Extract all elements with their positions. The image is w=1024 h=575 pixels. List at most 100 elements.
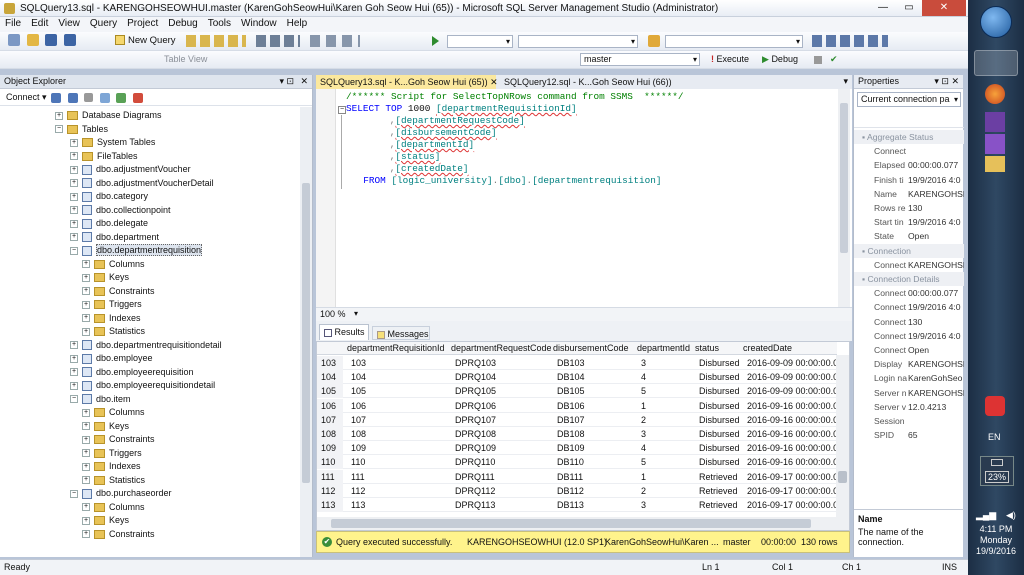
table-cell[interactable]: 4 xyxy=(641,441,696,455)
database-combo[interactable]: master xyxy=(580,53,700,66)
expand-icon[interactable]: + xyxy=(70,138,78,147)
property-row[interactable]: Finish ti 19/9/2016 4:0 xyxy=(854,173,964,187)
table-cell[interactable]: DB112 xyxy=(557,484,637,498)
tree-node[interactable]: + Constraints xyxy=(82,285,155,298)
close-icon[interactable]: ▾ ⊡ ✕ xyxy=(934,75,959,88)
menu-tools[interactable]: Tools xyxy=(203,17,236,30)
expand-icon[interactable]: + xyxy=(82,449,90,458)
expand-icon[interactable]: + xyxy=(70,179,78,188)
property-category[interactable]: ▪ Connection xyxy=(854,243,964,258)
property-row[interactable]: Connect Open xyxy=(854,343,964,357)
table-cell[interactable]: 4 xyxy=(641,370,696,384)
tree-node[interactable]: + Statistics xyxy=(82,325,145,338)
expand-icon[interactable]: + xyxy=(82,260,90,269)
table-cell[interactable]: 110 xyxy=(351,455,451,469)
table-row[interactable]: 111 111 DPRQ111 DB111 1 Retrieved 2016-09-17 0… xyxy=(317,469,843,484)
table-row[interactable]: 112 112 DPRQ112 DB112 2 Retrieved 2016-09-17 0… xyxy=(317,483,843,498)
tree-node[interactable]: + dbo.employeerequisition xyxy=(70,366,194,379)
row-header[interactable]: 107 xyxy=(317,412,343,427)
table-row[interactable]: 104 104 DPRQ104 DB104 4 Disbursed 2016-09-09 0… xyxy=(317,370,843,385)
table-cell[interactable]: 2 xyxy=(641,484,696,498)
expand-icon[interactable]: + xyxy=(82,476,90,485)
table-cell[interactable]: DPRQ113 xyxy=(455,498,555,512)
tree-node[interactable]: + dbo.delegate xyxy=(70,217,148,230)
tree-scroll-thumb[interactable] xyxy=(302,183,310,483)
undo-redo-icons[interactable] xyxy=(310,35,360,47)
activity-monitor-icon[interactable] xyxy=(132,92,143,103)
table-cell[interactable]: Retrieved xyxy=(699,498,744,512)
tree-node[interactable]: + dbo.adjustmentVoucherDetail xyxy=(70,177,214,190)
table-cell[interactable]: DPRQ111 xyxy=(455,470,555,484)
expand-icon[interactable]: + xyxy=(70,354,78,363)
tree-node[interactable]: + Triggers xyxy=(82,447,142,460)
tree-node[interactable]: − dbo.item xyxy=(70,393,131,406)
stop-icon[interactable] xyxy=(84,93,94,103)
table-cell[interactable]: Disbursed xyxy=(699,413,744,427)
table-row[interactable]: 105 105 DPRQ105 DB105 5 Disbursed 2016-09-09 0… xyxy=(317,384,843,399)
volume-icon[interactable]: ◀) xyxy=(1006,510,1016,521)
results-grid[interactable]: departmentRequisitionId departmentRequest… xyxy=(316,341,850,531)
expand-icon[interactable]: + xyxy=(70,192,78,201)
table-cell[interactable]: Disbursed xyxy=(699,399,744,413)
connect-dropdown-icon[interactable]: ▾ xyxy=(42,92,47,102)
table-cell[interactable]: DPRQ104 xyxy=(455,370,555,384)
outline-collapse-icon[interactable]: − xyxy=(338,106,346,114)
tree-node[interactable]: + dbo.adjustmentVoucher xyxy=(70,163,191,176)
table-cell[interactable]: 104 xyxy=(351,370,451,384)
table-cell[interactable]: DPRQ103 xyxy=(455,356,555,370)
expand-icon[interactable]: + xyxy=(82,462,90,471)
table-cell[interactable]: Disbursed xyxy=(699,356,744,370)
tree-node[interactable]: + System Tables xyxy=(70,136,155,149)
property-row[interactable]: SPID 65 xyxy=(854,428,964,442)
tab-messages[interactable]: Messages xyxy=(372,326,430,340)
tree-node[interactable]: + Database Diagrams xyxy=(55,109,162,122)
table-cell[interactable]: 2016-09-16 00:00:00.000 xyxy=(747,455,843,469)
open-file-icon[interactable] xyxy=(26,34,39,46)
save-all-icon[interactable] xyxy=(63,34,76,46)
expand-icon[interactable]: + xyxy=(70,152,78,161)
menu-edit[interactable]: Edit xyxy=(26,17,53,30)
expand-icon[interactable]: + xyxy=(70,219,78,228)
column-header[interactable]: status xyxy=(695,342,740,355)
table-view-button[interactable]: Table View xyxy=(164,54,207,64)
expand-icon[interactable]: + xyxy=(70,165,78,174)
row-header[interactable]: 104 xyxy=(317,370,343,385)
expand-icon[interactable]: + xyxy=(82,530,90,539)
column-header[interactable]: departmentRequestCode xyxy=(451,342,551,355)
connect-button[interactable]: Connect xyxy=(6,92,40,102)
table-cell[interactable]: 107 xyxy=(351,413,451,427)
property-row[interactable]: Connect xyxy=(854,144,964,158)
new-query-button[interactable]: New Query xyxy=(115,35,176,46)
row-header[interactable]: 109 xyxy=(317,441,343,456)
row-header[interactable]: 103 xyxy=(317,356,343,370)
tab-overflow-icon[interactable]: ▾ xyxy=(843,76,848,87)
table-cell[interactable]: Disbursed xyxy=(699,427,744,441)
tree-node[interactable]: + Indexes xyxy=(82,312,141,325)
save-icon[interactable] xyxy=(45,34,58,46)
expand-icon[interactable]: + xyxy=(82,422,90,431)
table-cell[interactable]: 105 xyxy=(351,384,451,398)
table-cell[interactable]: 2016-09-16 00:00:00.000 xyxy=(747,413,843,427)
find-icon[interactable] xyxy=(648,35,660,47)
property-category[interactable]: ▪ Aggregate Status xyxy=(854,130,964,144)
tree-node[interactable]: + dbo.departmentrequisitiondetail xyxy=(70,339,222,352)
table-cell[interactable]: DB108 xyxy=(557,427,637,441)
window-icons[interactable] xyxy=(812,35,888,47)
tree-node[interactable]: − Tables xyxy=(55,123,108,136)
table-cell[interactable]: 106 xyxy=(351,399,451,413)
explorer-folder-icon[interactable] xyxy=(985,156,1005,172)
menu-help[interactable]: Help xyxy=(282,17,313,30)
tree-node[interactable]: + Columns xyxy=(82,406,145,419)
editor-scroll-thumb[interactable] xyxy=(840,103,848,253)
tab-sqlquery13[interactable]: SQLQuery13.sql - K...Goh Seow Hui (65)) … xyxy=(316,75,498,89)
table-cell[interactable]: 1 xyxy=(641,399,696,413)
column-header[interactable]: departmentId xyxy=(637,342,692,355)
battery-tray[interactable]: 23% xyxy=(980,456,1014,486)
expand-icon[interactable]: + xyxy=(70,206,78,215)
row-header[interactable]: 106 xyxy=(317,398,343,413)
expand-icon[interactable]: + xyxy=(82,516,90,525)
table-cell[interactable]: DB111 xyxy=(557,470,637,484)
table-row[interactable]: 109 109 DPRQ109 DB109 4 Disbursed 2016-09-16 0… xyxy=(317,441,843,456)
close-icon[interactable]: ✕ xyxy=(300,75,308,88)
table-cell[interactable]: 2016-09-17 00:00:00.000 xyxy=(747,470,843,484)
